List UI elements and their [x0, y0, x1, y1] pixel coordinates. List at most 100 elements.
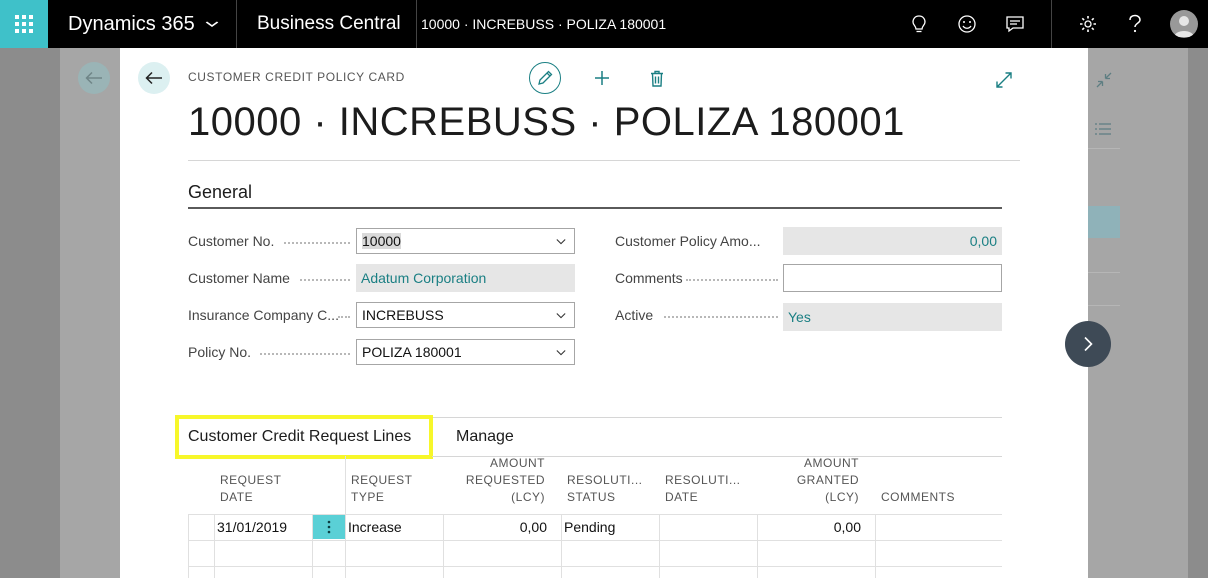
lightbulb-icon[interactable] — [907, 12, 931, 36]
comments-field[interactable] — [783, 264, 1002, 292]
delete-button[interactable] — [645, 66, 669, 90]
header-request-date[interactable]: REQUEST DATE — [220, 472, 330, 506]
divider — [1088, 305, 1120, 306]
background-selected-row — [1088, 206, 1120, 238]
cell-request-date[interactable]: 31/01/2019 — [217, 519, 287, 535]
header-request-type[interactable]: REQUEST TYPE — [351, 472, 441, 506]
page-caption: CUSTOMER CREDIT POLICY CARD — [188, 70, 405, 84]
trash-icon — [651, 70, 663, 87]
manage-menu[interactable]: Manage — [456, 428, 514, 446]
active-field[interactable]: Yes — [783, 303, 1002, 331]
insurance-company-field[interactable]: INCREBUSS — [356, 302, 575, 328]
customer-policy-amount-field[interactable]: 0,00 — [783, 227, 1002, 255]
app-name[interactable]: Business Central — [257, 0, 401, 48]
breadcrumb: 10000 · INCREBUSS · POLIZA 180001 — [421, 16, 667, 32]
gear-icon[interactable] — [1076, 12, 1100, 36]
chat-icon[interactable] — [1003, 12, 1027, 36]
customer-policy-amount-value: 0,00 — [969, 233, 997, 249]
help-icon[interactable] — [1123, 12, 1147, 36]
waffle-icon[interactable] — [0, 0, 48, 48]
plus-icon — [595, 71, 609, 85]
edit-button[interactable] — [529, 62, 561, 94]
page-title: 10000 · INCREBUSS · POLIZA 180001 — [188, 100, 905, 144]
customer-policy-amount-label: Customer Policy Amo... — [615, 233, 761, 249]
header-amount-requested[interactable]: AMOUNT REQUESTED (LCY) — [445, 455, 545, 506]
chevron-right-icon — [1084, 336, 1093, 352]
column-divider — [561, 514, 562, 578]
edit-icon — [538, 70, 553, 85]
customer-no-label: Customer No. — [188, 233, 275, 249]
tab-customer-credit-request-lines[interactable]: Customer Credit Request Lines — [175, 415, 433, 459]
header-text: STATUS — [567, 490, 616, 504]
policy-no-label: Policy No. — [188, 344, 252, 360]
row-divider — [188, 514, 1002, 515]
row-actions-button[interactable] — [313, 515, 345, 539]
customer-name-label: Customer Name — [188, 270, 290, 286]
cell-request-type[interactable]: Increase — [348, 519, 402, 535]
cell-amount-granted[interactable]: 0,00 — [759, 519, 861, 535]
background-page-left — [60, 48, 120, 578]
expand-button[interactable] — [992, 68, 1016, 92]
column-divider — [659, 514, 660, 578]
more-vertical-icon — [327, 520, 331, 534]
header-resolution-date[interactable]: RESOLUTI... DATE — [665, 472, 755, 506]
header-text: COMMENTS — [881, 490, 955, 504]
leader-dots — [300, 271, 350, 281]
divider — [188, 160, 1020, 161]
expand-icon — [996, 72, 1012, 88]
header-text: TYPE — [351, 490, 385, 504]
header-resolution-status[interactable]: RESOLUTI... STATUS — [567, 472, 657, 506]
back-button[interactable] — [138, 62, 170, 94]
divider — [1088, 272, 1120, 273]
next-record-button[interactable] — [1065, 321, 1111, 367]
background-back-icon — [78, 62, 110, 94]
column-divider — [875, 514, 876, 578]
chevron-down-icon[interactable] — [556, 237, 566, 247]
header-text: REQUEST — [351, 473, 413, 487]
section-general-title[interactable]: General — [188, 182, 252, 203]
customer-no-value: 10000 — [362, 233, 401, 249]
customer-name-value: Adatum Corporation — [361, 270, 487, 286]
customer-no-field[interactable]: 10000 — [356, 228, 575, 254]
header-text: REQUEST — [220, 473, 282, 487]
product-switcher[interactable]: Dynamics 365 — [68, 0, 219, 48]
collapse-icon — [1094, 70, 1114, 90]
active-label: Active — [615, 307, 654, 323]
divider — [416, 0, 417, 48]
smiley-icon[interactable] — [955, 12, 979, 36]
policy-no-field[interactable]: POLIZA 180001 — [356, 339, 575, 365]
column-divider — [443, 514, 444, 578]
header-text: (LCY) — [825, 490, 859, 504]
active-value: Yes — [788, 309, 811, 325]
product-name: Dynamics 365 — [68, 12, 195, 35]
header-text: GRANTED — [796, 473, 859, 487]
customer-name-field[interactable]: Adatum Corporation — [356, 264, 575, 292]
leader-dots — [686, 271, 778, 281]
cell-amount-requested[interactable]: 0,00 — [445, 519, 547, 535]
new-button[interactable] — [590, 66, 614, 90]
header-amount-granted[interactable]: AMOUNT GRANTED (LCY) — [759, 455, 859, 506]
divider — [236, 0, 237, 48]
top-bar: Dynamics 365 Business Central 10000 · IN… — [0, 0, 1208, 48]
list-icon — [1094, 122, 1112, 138]
column-divider — [757, 514, 758, 578]
header-text: DATE — [220, 490, 254, 504]
policy-no-value: POLIZA 180001 — [362, 344, 462, 360]
lines-grid: REQUEST DATE REQUEST TYPE AMOUNT REQUEST… — [188, 456, 1002, 578]
user-avatar-icon[interactable] — [1170, 10, 1198, 38]
divider — [1051, 0, 1052, 48]
column-divider — [214, 514, 215, 578]
insurance-company-label: Insurance Company C... — [188, 307, 339, 323]
header-comments[interactable]: COMMENTS — [881, 489, 981, 506]
header-text: RESOLUTI... — [665, 473, 741, 487]
chevron-down-icon[interactable] — [556, 311, 566, 321]
leader-dots — [664, 308, 778, 318]
leader-dots — [338, 308, 350, 318]
cell-resolution-status[interactable]: Pending — [564, 519, 615, 535]
row-divider — [188, 540, 1002, 541]
chevron-down-icon — [205, 17, 219, 31]
header-text: AMOUNT — [804, 456, 859, 470]
header-text: RESOLUTI... — [567, 473, 643, 487]
leader-dots — [260, 345, 350, 355]
chevron-down-icon[interactable] — [556, 348, 566, 358]
